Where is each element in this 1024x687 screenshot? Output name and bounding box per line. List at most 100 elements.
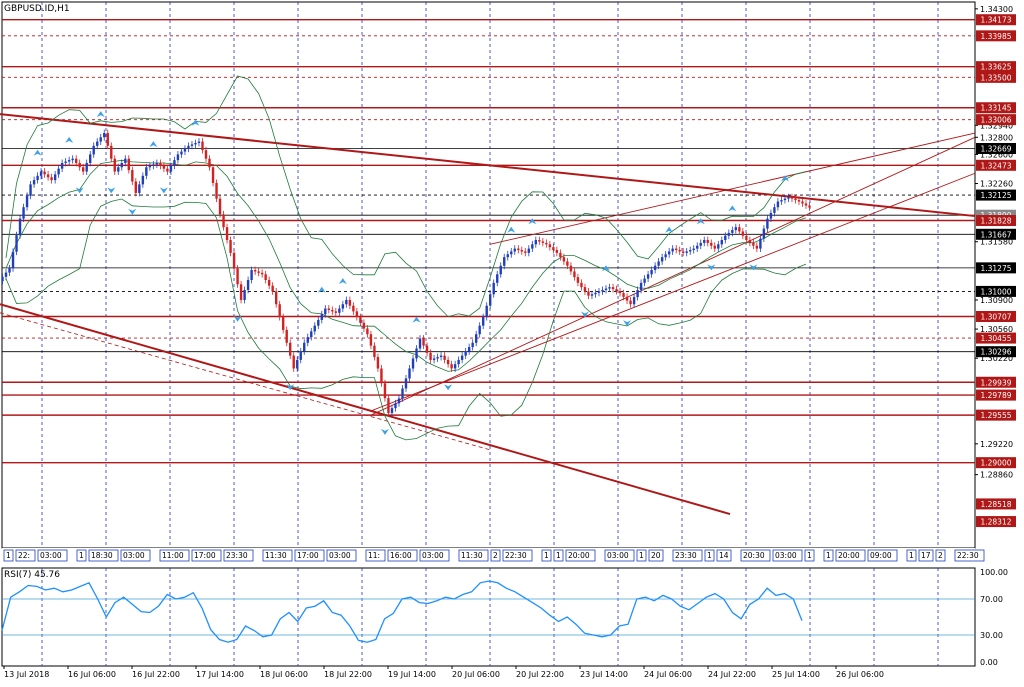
chart-canvas[interactable]: 1.343001.329401.328001.326001.322601.315… [0, 0, 1024, 683]
price-tag-label: 1.33006 [980, 116, 1011, 125]
session-marker-label: 23:30 [226, 551, 248, 560]
x-tick-label: 23 Jul 14:00 [580, 670, 628, 679]
candle-body [541, 241, 545, 243]
candle-body [271, 285, 274, 292]
mt4-chart-window[interactable]: 1.34300 1.32940 1.32800 1.32600 1.32260 1.315… [0, 0, 1024, 683]
candle-body [762, 228, 766, 239]
candle-body [106, 133, 109, 146]
candle-body [650, 270, 653, 275]
candle-body [145, 167, 148, 176]
candle-body [731, 230, 734, 233]
candle-body [253, 270, 257, 272]
price-tag-label: 1.29000 [980, 459, 1011, 468]
session-marker-label: 1 [6, 551, 11, 560]
candle-body [338, 308, 341, 313]
candle-body [681, 251, 685, 253]
candle-body [562, 257, 566, 262]
candle-body [632, 297, 636, 305]
session-markers: 1 22: 03:00 1 18:30 03:00 11:00 17:00 23:30 11:30… [2, 548, 985, 562]
candle-body [127, 158, 131, 171]
chart-background [0, 0, 1024, 683]
candle-body [457, 359, 460, 365]
candle-body [376, 357, 380, 369]
candle-body [299, 351, 302, 360]
session-marker-label: 22: [18, 551, 30, 560]
price-tag-label: 1.31828 [980, 217, 1011, 226]
price-tag-label: 1.31275 [980, 264, 1011, 273]
candle-body [499, 265, 502, 275]
candle-body [685, 251, 688, 253]
candle-body [278, 304, 281, 318]
candle-body [706, 240, 709, 243]
candle-body [285, 329, 288, 343]
candle-body [639, 282, 643, 290]
session-marker-label: 03:00 [329, 551, 351, 560]
candle-body [89, 154, 92, 163]
candle-body [752, 242, 755, 246]
price-tag-label: 1.32125 [980, 191, 1011, 200]
price-tag-label: 1.30455 [980, 334, 1011, 343]
x-tick-label: 25 Jul 14:00 [772, 670, 820, 679]
candle-body [215, 182, 218, 199]
candle-body [327, 308, 331, 310]
price-tag-label: 1.29789 [980, 391, 1011, 400]
y-tick-label: 1.30900 [980, 296, 1013, 305]
candle-body [64, 161, 67, 163]
candle-body [81, 167, 85, 172]
candle-body [422, 338, 425, 346]
candle-body [74, 158, 78, 163]
candle-body [738, 227, 741, 232]
candle-body [720, 240, 723, 245]
price-tag-label: 1.29939 [980, 378, 1011, 387]
candle-body [453, 364, 457, 369]
candle-body [303, 342, 306, 352]
candle-body [611, 287, 615, 290]
candle-body [534, 240, 538, 245]
candle-body [387, 398, 390, 413]
y-tick-label: 1.34300 [980, 5, 1013, 14]
candle-body [783, 198, 787, 201]
candle-body [345, 299, 348, 305]
candle-body [173, 160, 176, 166]
candle-body [759, 238, 762, 249]
price-tag-label: 1.30296 [980, 348, 1011, 357]
candle-body [211, 167, 215, 183]
candle-body [513, 248, 516, 252]
session-marker-label: 2 [938, 551, 943, 560]
candle-body [710, 242, 713, 246]
candle-body [229, 240, 232, 253]
session-marker-label: 22:30 [505, 551, 527, 560]
candle-body [197, 141, 201, 143]
candle-body [36, 175, 39, 181]
candle-body [787, 197, 790, 199]
candle-body [239, 284, 243, 300]
candle-body [625, 296, 629, 301]
x-tick-label: 13 Jul 2018 [4, 670, 49, 679]
candle-body [120, 162, 123, 168]
candle-body [92, 145, 95, 155]
candle-body [218, 198, 222, 215]
x-tick-label: 24 Jul 06:00 [644, 670, 692, 679]
candle-body [341, 304, 345, 309]
candle-body [460, 355, 464, 360]
candle-body [703, 240, 706, 243]
price-tag-label: 1.33145 [980, 104, 1011, 113]
candle-body [394, 403, 397, 409]
session-marker-label: 1 [826, 551, 831, 560]
candle-body [313, 325, 316, 332]
price-tag-label: 1.32669 [980, 145, 1011, 154]
candle-body [317, 319, 320, 326]
candle-body [425, 345, 429, 353]
candle-body [678, 250, 681, 252]
candle-body [517, 248, 520, 251]
candle-body [29, 184, 32, 196]
candle-body [1, 276, 4, 282]
candle-body [134, 181, 138, 193]
candle-body [53, 174, 57, 181]
candle-body [390, 408, 394, 413]
session-marker-label: 17:00 [297, 551, 319, 560]
candle-body [569, 265, 573, 272]
candle-body [208, 158, 211, 168]
candle-body [478, 325, 481, 335]
candle-body [204, 150, 208, 159]
